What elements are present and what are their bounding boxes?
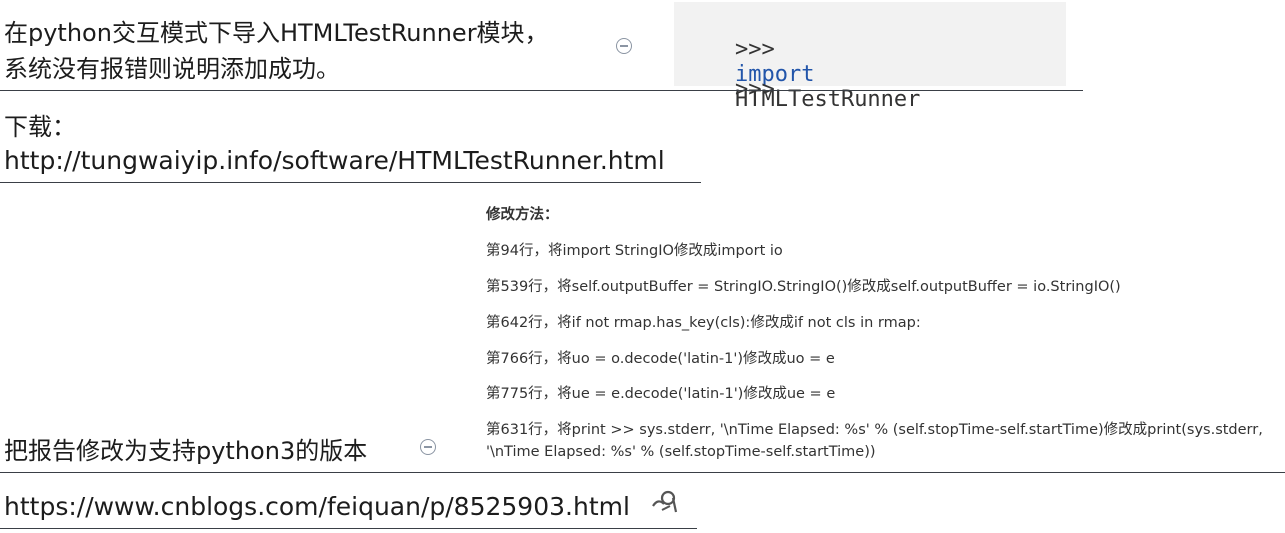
install-check-text-line2: 系统没有报错则说明添加成功。 (4, 55, 340, 83)
steps-title: 修改方法： (486, 207, 559, 223)
row-divider (0, 182, 701, 183)
link-icon[interactable] (650, 488, 680, 516)
step-item: 第642行，将if not rmap.has_key(cls):修改成if no… (486, 315, 921, 331)
step-item: 第775行，将ue = e.decode('latin-1')修改成ue = e (486, 386, 836, 402)
collapse-icon[interactable] (616, 38, 632, 54)
step-item: 第631行，将print >> sys.stderr, '\nTime Elap… (486, 422, 1263, 438)
row-divider (0, 472, 1285, 473)
row-divider (0, 528, 697, 529)
step-item: 第766行，将uo = o.decode('latin-1')修改成uo = e (486, 351, 835, 367)
step-item: 第94行，将import StringIO修改成import io (486, 243, 783, 259)
reference-link[interactable]: https://www.cnblogs.com/feiquan/p/852590… (4, 490, 630, 524)
row-divider (0, 90, 1083, 91)
code-snippet: >>> import HTMLTestRunner >>> (674, 2, 1066, 112)
download-link[interactable]: http://tungwaiyip.info/software/HTMLTest… (4, 144, 665, 178)
python3-version-text: 把报告修改为支持python3的版本 (4, 437, 368, 465)
step-item: '\nTime Elapsed: %s' % (self.stopTime-se… (486, 444, 876, 460)
install-check-text-line1: 在python交互模式下导入HTMLTestRunner模块， (4, 19, 549, 47)
step-item: 第539行，将self.outputBuffer = StringIO.Stri… (486, 279, 1121, 295)
download-label: 下载： (4, 113, 76, 141)
collapse-icon[interactable] (420, 439, 436, 455)
